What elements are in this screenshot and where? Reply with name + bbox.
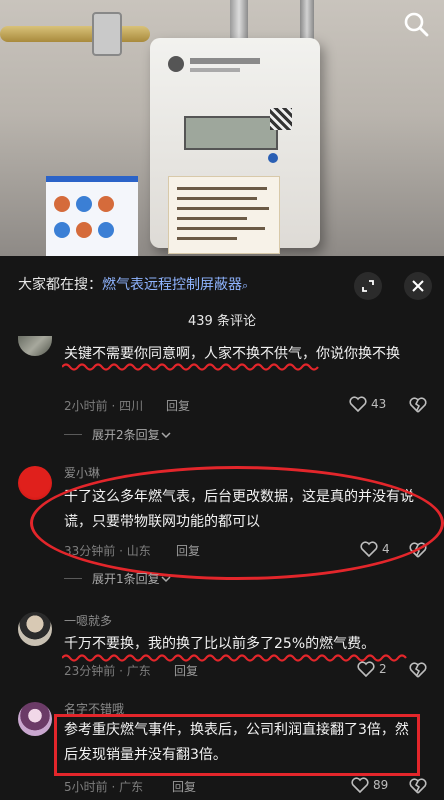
avatar[interactable]: [18, 702, 52, 736]
trending-search[interactable]: 大家都在搜：燃气表远程控制屏蔽器⌕: [18, 274, 248, 294]
comment-meta: 2小时前 · 四川: [64, 399, 144, 413]
meter-qr-code: [270, 108, 292, 130]
trending-search-prefix: 大家都在搜：: [18, 277, 102, 293]
like-button[interactable]: 43: [349, 396, 386, 412]
like-count: 43: [371, 397, 387, 411]
avatar[interactable]: [18, 336, 52, 356]
expand-replies[interactable]: 展开2条回复: [64, 426, 172, 443]
notice-sign: [168, 176, 280, 254]
like-count: 89: [373, 778, 389, 792]
reply-button[interactable]: 回复: [174, 662, 198, 679]
meter-logo: [168, 56, 184, 72]
small-search-icon: ⌕: [242, 279, 249, 292]
username[interactable]: 爱小琳: [64, 464, 100, 481]
heart-icon: [357, 661, 375, 677]
comment-count: 439 条评论: [188, 314, 256, 329]
comment-text: 参考重庆燃气事件，换表后，公司利润直接翻了3倍，然后发现销量并没有翻3倍。: [64, 722, 409, 763]
heart-icon: [351, 777, 369, 793]
expand-button[interactable]: [354, 272, 382, 300]
broken-heart-icon[interactable]: [409, 778, 427, 794]
heart-icon: [349, 396, 367, 412]
expand-replies-label: 展开1条回复: [92, 572, 160, 586]
broken-heart-icon[interactable]: [409, 662, 427, 678]
close-icon: [412, 280, 424, 292]
username[interactable]: 一嗯就多: [64, 612, 112, 629]
highlight-ellipse: [30, 466, 444, 580]
reply-button[interactable]: 回复: [172, 778, 196, 795]
meter-button: [268, 153, 278, 163]
video-preview[interactable]: [0, 0, 444, 256]
avatar[interactable]: [18, 612, 52, 646]
close-button[interactable]: [404, 272, 432, 300]
like-button[interactable]: 89: [351, 777, 388, 793]
comment-meta: 23分钟前 · 广东: [64, 664, 151, 678]
broken-heart-icon[interactable]: [409, 397, 427, 413]
meter-display: [184, 116, 278, 150]
expand-replies-label: 展开2条回复: [92, 428, 160, 442]
gas-pipe: [0, 26, 150, 42]
expand-replies[interactable]: 展开1条回复: [64, 570, 172, 587]
chevron-down-icon: [161, 575, 171, 582]
chevron-down-icon: [161, 431, 171, 438]
comment-meta: 5小时前 · 广东: [64, 780, 144, 794]
expand-icon: [362, 280, 374, 292]
pipe-valve: [92, 12, 122, 56]
avatar[interactable]: [18, 466, 52, 500]
trending-search-query[interactable]: 燃气表远程控制屏蔽器: [102, 277, 242, 293]
wavy-underline: [62, 363, 319, 371]
like-button[interactable]: 2: [357, 661, 387, 677]
reply-button[interactable]: 回复: [166, 397, 190, 414]
comments-panel: 大家都在搜：燃气表远程控制屏蔽器⌕ 439 条评论 关键不需要你同意啊，人家不换…: [0, 256, 444, 800]
safety-poster: [46, 176, 138, 256]
like-count: 2: [379, 662, 387, 676]
search-icon[interactable]: [402, 10, 430, 38]
